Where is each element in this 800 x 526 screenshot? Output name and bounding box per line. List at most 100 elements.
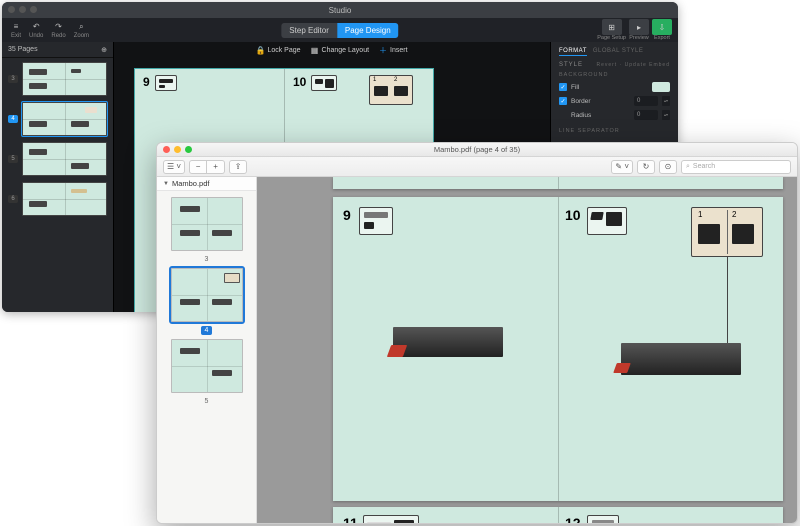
line-sep-label: LINE SEPARATOR — [559, 128, 670, 134]
radius-label: Radius — [571, 112, 591, 119]
preview-titlebar: Mambo.pdf (page 4 of 35) — [157, 143, 797, 157]
parts-callout — [587, 515, 619, 523]
studio-traffic-lights — [8, 6, 37, 13]
search-icon: ⌕ — [686, 163, 690, 171]
page-thumb[interactable] — [22, 62, 107, 96]
page-setup-button[interactable]: ⊞ — [602, 19, 622, 35]
lock-icon: 🔒 — [256, 46, 264, 54]
page-num-badge: 4 — [8, 115, 18, 123]
preview-toolbar: ☰ ˅ − + ⇪ ✎ ˅ ↻ ⊙ ⌕ Search — [157, 157, 797, 177]
page-thumb-row[interactable]: 3 — [8, 62, 107, 96]
preview-sidebar: ▼Mambo.pdf 3 4 5 — [157, 177, 257, 523]
document-name: Mambo.pdf — [172, 179, 210, 188]
model-view — [621, 343, 741, 375]
page-slice-top — [333, 177, 783, 189]
page-num-badge: 5 — [8, 155, 18, 163]
page-thumb[interactable] — [22, 102, 107, 136]
redo-button[interactable]: ↷Redo — [48, 22, 68, 39]
preview-traffic-lights — [163, 146, 192, 153]
sub-step-num: 2 — [732, 210, 736, 219]
page-num-badge: 3 — [8, 75, 18, 83]
lock-page-button[interactable]: 🔒Lock Page — [256, 46, 300, 54]
page-thumb-row[interactable]: 6 — [8, 182, 107, 216]
sub-step-num: 2 — [394, 77, 397, 83]
markup-button[interactable]: ✎ ˅ — [611, 160, 633, 174]
zoom-button[interactable]: ⌕Zoom — [71, 22, 92, 39]
redo-icon: ↷ — [54, 22, 64, 32]
close-button[interactable] — [163, 146, 170, 153]
search-icon: ⌕ — [76, 22, 86, 32]
add-page-icon[interactable]: ⊕ — [101, 46, 107, 54]
plus-icon: ＋ — [379, 46, 387, 54]
page-label: 3 — [201, 255, 213, 264]
preview-button[interactable]: ▸ — [629, 19, 649, 35]
page-label: 4 — [201, 326, 213, 335]
radius-input[interactable]: 0 — [634, 110, 658, 120]
undo-icon: ↶ — [31, 22, 41, 32]
tab-global-style[interactable]: GLOBAL STYLE — [593, 48, 643, 56]
tab-step-editor[interactable]: Step Editor — [281, 23, 337, 38]
border-label: Border — [571, 98, 591, 105]
tab-format[interactable]: FORMAT — [559, 48, 587, 56]
parts-callout[interactable] — [155, 75, 177, 91]
update-link[interactable]: Update Embed — [625, 62, 670, 68]
border-stepper[interactable]: ▴▾ — [662, 96, 670, 106]
sub-callout[interactable]: 1 2 — [369, 75, 413, 105]
change-layout-button[interactable]: ▦Change Layout — [311, 46, 369, 54]
border-checkbox[interactable]: ✓ — [559, 97, 567, 105]
parts-callout — [359, 207, 393, 235]
page-thumb-row[interactable]: 5 — [8, 142, 107, 176]
zoom-in-button[interactable]: + — [207, 160, 225, 174]
exit-button[interactable]: ≡Exit — [8, 22, 24, 39]
annotate-button[interactable]: ⊙ — [659, 160, 677, 174]
mode-tabs: Step Editor Page Design — [281, 23, 398, 38]
page-thumb-row[interactable]: 4 — [8, 102, 107, 136]
page-thumb[interactable] — [171, 339, 243, 393]
sub-step-num: 1 — [698, 210, 702, 219]
search-field[interactable]: ⌕ Search — [681, 160, 791, 174]
undo-button[interactable]: ↶Undo — [26, 22, 46, 39]
disclosure-icon: ▼ — [163, 181, 169, 187]
export-button[interactable]: ⇩ — [652, 19, 672, 35]
rotate-button[interactable]: ↻ — [637, 160, 655, 174]
step-number: 12 — [565, 515, 581, 523]
zoom-button[interactable] — [185, 146, 192, 153]
step-number: 10 — [565, 207, 581, 223]
page-thumb[interactable] — [22, 142, 107, 176]
radius-stepper[interactable]: ▴▾ — [662, 110, 670, 120]
page-slice-bottom: 11 12 — [333, 507, 783, 523]
fill-label: Fill — [571, 84, 579, 91]
page-thumb[interactable] — [171, 268, 243, 322]
inspector-tabs: FORMAT GLOBAL STYLE — [559, 48, 670, 56]
border-row: ✓ Border 0 ▴▾ — [559, 96, 670, 106]
zoom-out-button[interactable]: − — [189, 160, 207, 174]
page-main: 9 10 1 2 — [333, 197, 783, 501]
step-number: 9 — [143, 75, 150, 89]
page-thumb[interactable] — [22, 182, 107, 216]
step-number: 9 — [343, 207, 351, 223]
preview-sidebar-header[interactable]: ▼Mambo.pdf — [157, 177, 256, 191]
preview-canvas[interactable]: 9 10 1 2 — [257, 177, 797, 523]
background-label: BACKGROUND — [559, 72, 670, 78]
parts-callout — [363, 515, 419, 523]
tab-page-design[interactable]: Page Design — [337, 23, 399, 38]
fill-swatch[interactable] — [652, 82, 670, 92]
search-placeholder: Search — [693, 163, 715, 170]
sidebar-toggle[interactable]: ☰ ˅ — [163, 160, 185, 174]
share-button[interactable]: ⇪ — [229, 160, 247, 174]
radius-row: Radius 0 ▴▾ — [559, 110, 670, 120]
parts-callout[interactable] — [311, 75, 337, 91]
revert-link[interactable]: Revert — [596, 62, 617, 68]
insert-button[interactable]: ＋Insert — [379, 46, 408, 54]
page-num-badge: 6 — [8, 195, 18, 203]
page-count-label: 35 Pages — [8, 46, 38, 53]
studio-titlebar: Studio — [2, 2, 678, 18]
minimize-button[interactable] — [174, 146, 181, 153]
preview-window: Mambo.pdf (page 4 of 35) ☰ ˅ − + ⇪ ✎ ˅ ↻… — [156, 142, 798, 524]
fill-checkbox[interactable]: ✓ — [559, 83, 567, 91]
page-thumb[interactable] — [171, 197, 243, 251]
border-input[interactable]: 0 — [634, 96, 658, 106]
sidebar-header: 35 Pages ⊕ — [2, 42, 113, 58]
page-label: 5 — [201, 397, 213, 406]
menu-icon: ≡ — [11, 22, 21, 32]
